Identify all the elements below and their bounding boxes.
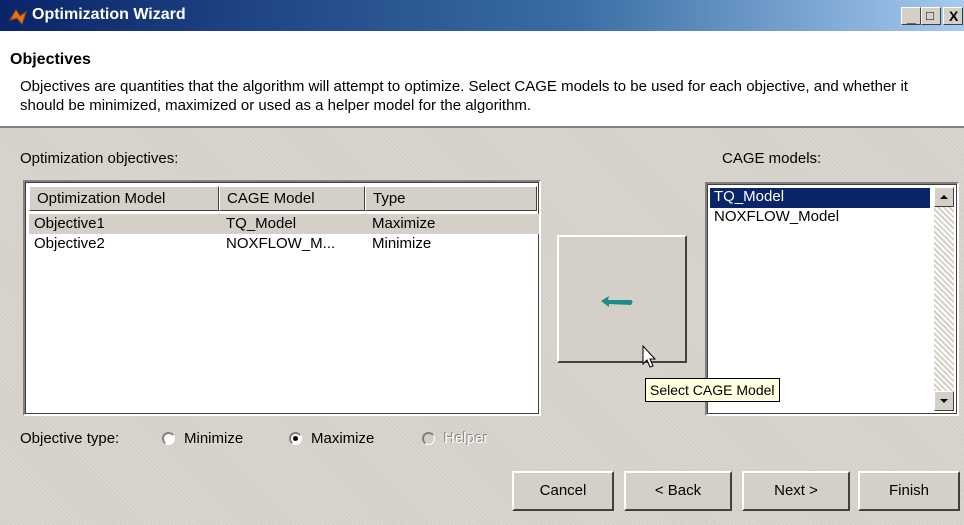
list-item-noxflow-model[interactable]: NOXFLOW_Model — [710, 208, 930, 228]
page-description: Objectives are quantities that the algor… — [20, 78, 908, 114]
scroll-up-icon — [940, 195, 948, 199]
cell-cage-model: TQ_Model — [226, 215, 297, 232]
cell-type: Maximize — [372, 215, 436, 232]
cage-models-label: CAGE models: — [722, 150, 822, 167]
matlab-logo-icon — [8, 9, 27, 26]
back-button[interactable]: < Back — [624, 471, 732, 511]
close-icon: X — [949, 8, 959, 24]
objectives-table[interactable]: Optimization Model CAGE Model Type Objec… — [23, 180, 541, 416]
cell-optimization-model: Objective2 — [34, 235, 105, 252]
radio-minimize-label: Minimize — [184, 430, 244, 447]
radio-maximize-indicator[interactable] — [289, 432, 302, 445]
next-button[interactable]: Next > — [742, 471, 850, 511]
title-bar[interactable]: Optimization Wizard _ □ X — [0, 0, 964, 31]
vertical-scrollbar[interactable] — [934, 187, 954, 411]
table-row-objective2[interactable]: Objective2 NOXFLOW_M... Minimize — [29, 234, 539, 254]
list-item-tq-model[interactable]: TQ_Model — [710, 188, 930, 208]
minimize-button[interactable]: _ — [901, 7, 921, 26]
select-cage-model-button[interactable] — [557, 235, 687, 363]
arrow-left-icon — [601, 296, 633, 307]
radio-helper-label: Helper — [444, 430, 489, 447]
cell-optimization-model: Objective1 — [34, 215, 105, 232]
column-header-cage-model[interactable]: CAGE Model — [219, 186, 365, 211]
column-header-optimization-model[interactable]: Optimization Model — [29, 186, 219, 211]
scroll-down-button[interactable] — [934, 391, 954, 411]
finish-button[interactable]: Finish — [858, 471, 960, 511]
mouse-cursor-icon — [642, 345, 657, 368]
radio-minimize-indicator[interactable] — [162, 432, 175, 445]
radio-helper-indicator — [422, 432, 435, 445]
cell-cage-model: NOXFLOW_M... — [226, 235, 336, 252]
wizard-content: Optimization objectives: CAGE models: Op… — [0, 128, 964, 525]
window-title: Optimization Wizard — [32, 6, 186, 23]
maximize-button[interactable]: □ — [921, 7, 941, 25]
page-title: Objectives — [10, 51, 91, 68]
minimize-icon: _ — [907, 9, 916, 26]
objective-type-label: Objective type: — [20, 430, 120, 447]
close-button[interactable]: X — [943, 7, 963, 25]
cancel-button[interactable]: Cancel — [512, 471, 614, 511]
radio-maximize-label: Maximize — [311, 430, 375, 447]
cell-type: Minimize — [372, 235, 432, 252]
objectives-label: Optimization objectives: — [20, 150, 179, 167]
wizard-header: Objectives Objectives are quantities tha… — [0, 31, 964, 128]
scroll-up-button[interactable] — [934, 187, 954, 207]
scroll-down-icon — [940, 399, 948, 403]
table-row-objective1[interactable]: Objective1 TQ_Model Maximize — [29, 214, 539, 234]
maximize-icon: □ — [926, 8, 934, 23]
column-header-type[interactable]: Type — [365, 186, 537, 211]
tooltip-select-cage-model: Select CAGE Model — [645, 378, 780, 402]
